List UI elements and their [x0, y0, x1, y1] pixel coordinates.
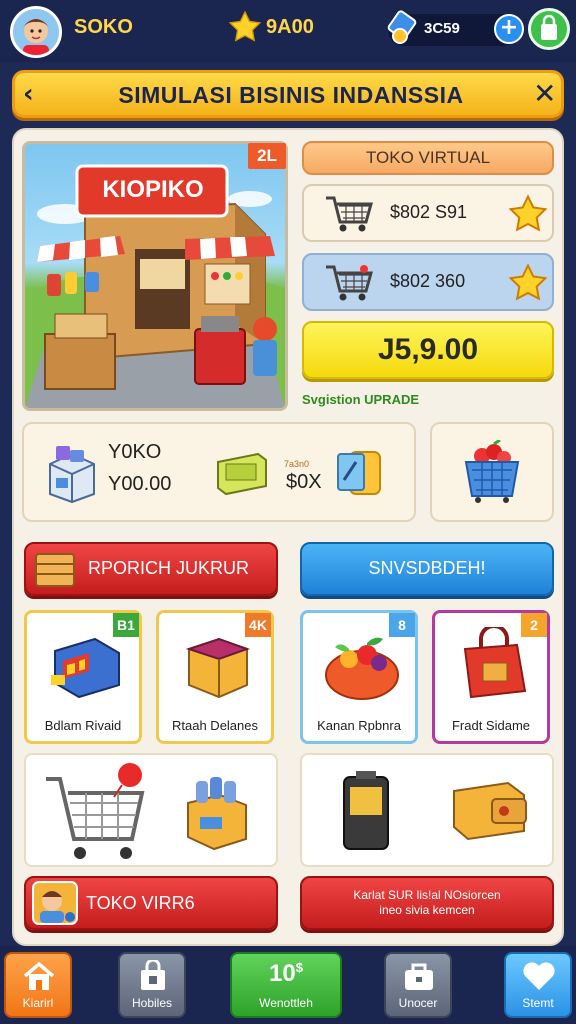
- shopping-cart-icon: [326, 196, 373, 232]
- discount-value: $0X: [286, 471, 322, 493]
- item-name: Kanan Rpbnra: [317, 718, 401, 733]
- promo-button-label: RPORICH JUKRUR: [88, 558, 250, 578]
- avatar-icon: [32, 881, 78, 925]
- gems-value: 3C59: [424, 20, 460, 37]
- card-reader-icon: [343, 771, 389, 850]
- item-card-3[interactable]: 8 Kanan Rpbnra: [300, 610, 418, 744]
- nav-home[interactable]: Kiarirl: [4, 952, 72, 1018]
- nav-start-label: Stemt: [522, 996, 554, 1010]
- price-card-1[interactable]: $802 S91: [302, 184, 554, 242]
- nav-wallet-value: 10: [269, 960, 296, 987]
- goods-box-icon: [187, 777, 247, 851]
- fruit-bowl-icon: [325, 637, 399, 700]
- item-badge: B1: [113, 613, 139, 637]
- store-stat-label: Y0KO: [108, 441, 162, 463]
- wallet-icon: [453, 781, 527, 841]
- price-1-value: $802 S91: [390, 202, 468, 222]
- cart-goods-card[interactable]: [24, 753, 278, 867]
- cash-register-icon: [51, 637, 120, 699]
- nav-offer[interactable]: Unocer: [384, 952, 452, 1018]
- discount-small-label: 7a3n0: [284, 459, 310, 469]
- price-card-2[interactable]: $802 360: [302, 253, 554, 311]
- virtual-store-header[interactable]: TOKO VIRTUAL: [302, 141, 554, 175]
- payment-card[interactable]: [300, 753, 554, 867]
- sync-button[interactable]: SNVSDBDEH!: [300, 542, 554, 596]
- basket-icon: [464, 440, 520, 503]
- bag-icon: [541, 14, 557, 40]
- item-badge: 4K: [245, 613, 271, 637]
- add-gems-button[interactable]: +: [494, 14, 524, 44]
- kiosk-scene[interactable]: KIOPIKO: [22, 141, 288, 411]
- level-badge: 2L: [248, 143, 286, 169]
- item-name: Bdlam Rivaid: [44, 718, 122, 733]
- info-button[interactable]: Karlat SUR lis!al NOsiorcen ineo sivia k…: [300, 876, 554, 930]
- price-2-value: $802 360: [390, 271, 466, 291]
- virtual-store-button[interactable]: TOKO VIRR6: [24, 876, 278, 930]
- nav-wallet-superscript: $: [295, 960, 303, 975]
- close-button[interactable]: ✕: [533, 77, 556, 110]
- promo-button[interactable]: RPORICH JUKRUR: [24, 542, 278, 596]
- store-icon: [141, 960, 165, 990]
- crate-icon: [35, 553, 75, 587]
- player-avatar[interactable]: [10, 6, 62, 58]
- star-icon: [508, 194, 548, 232]
- shopping-cart-icon: [326, 265, 373, 301]
- home-icon: [23, 961, 55, 990]
- stats-card: [22, 422, 416, 522]
- item-badge: 8: [389, 613, 415, 637]
- star-icon: [228, 10, 262, 48]
- item-name: Fradt Sidame: [451, 718, 531, 733]
- store-stat-value: Y00.00: [108, 473, 172, 495]
- nav-mobiles-label: Hobiles: [131, 996, 173, 1010]
- nav-mobiles[interactable]: Hobiles: [118, 952, 186, 1018]
- nav-start[interactable]: Stemt: [504, 952, 572, 1018]
- cash-box-icon: [217, 452, 267, 496]
- item-name: Rtaah Delanes: [172, 718, 258, 733]
- title-banner: ‹ SIMULASI BISINIS INDANSSIA ✕: [12, 70, 564, 118]
- shopping-bag-icon: [463, 627, 527, 699]
- item-card-4[interactable]: 2 Fradt Sidame: [432, 610, 550, 744]
- info-line-2: ineo sivia kemcen: [379, 903, 475, 917]
- item-card-1[interactable]: B1 Bdlam Rivaid: [24, 610, 142, 744]
- star-icon: [508, 263, 548, 301]
- shopping-cart-icon: [46, 763, 145, 859]
- item-badge: 2: [521, 613, 547, 637]
- page-title: SIMULASI BISINIS INDANSSIA: [118, 82, 464, 108]
- info-line-1: Karlat SUR lis!al NOsiorcen: [353, 888, 501, 902]
- back-button[interactable]: ‹: [23, 79, 34, 109]
- nav-home-label: Kiarirl: [22, 996, 54, 1010]
- briefcase-icon: [405, 963, 433, 990]
- heart-icon: [523, 962, 555, 990]
- nav-wallet-label: Wenottleh: [259, 996, 313, 1010]
- avatar-face-icon: [13, 9, 59, 55]
- item-card-2[interactable]: 4K Rtaah Delanes: [156, 610, 274, 744]
- gift-box-icon: [185, 637, 250, 699]
- basket-card[interactable]: [430, 422, 554, 522]
- nav-offer-label: Unocer: [398, 996, 438, 1010]
- balance-button[interactable]: J5,9.00: [302, 321, 554, 379]
- gem-tag-icon: [386, 10, 420, 50]
- kiosk-sign: KIOPIKO: [102, 176, 204, 203]
- virtual-store-label: TOKO VIRR6: [86, 893, 195, 913]
- id-card-icon: [337, 451, 381, 495]
- coins-label: SOKO: [74, 16, 133, 38]
- stars-value: 9A00: [266, 16, 314, 38]
- upgrade-suggestion-label[interactable]: Svgistion UPRADE: [302, 392, 419, 407]
- register-box-icon: [49, 446, 95, 504]
- nav-wallet[interactable]: 10$ Wenottleh: [230, 952, 342, 1018]
- shop-bag-button[interactable]: [528, 8, 570, 50]
